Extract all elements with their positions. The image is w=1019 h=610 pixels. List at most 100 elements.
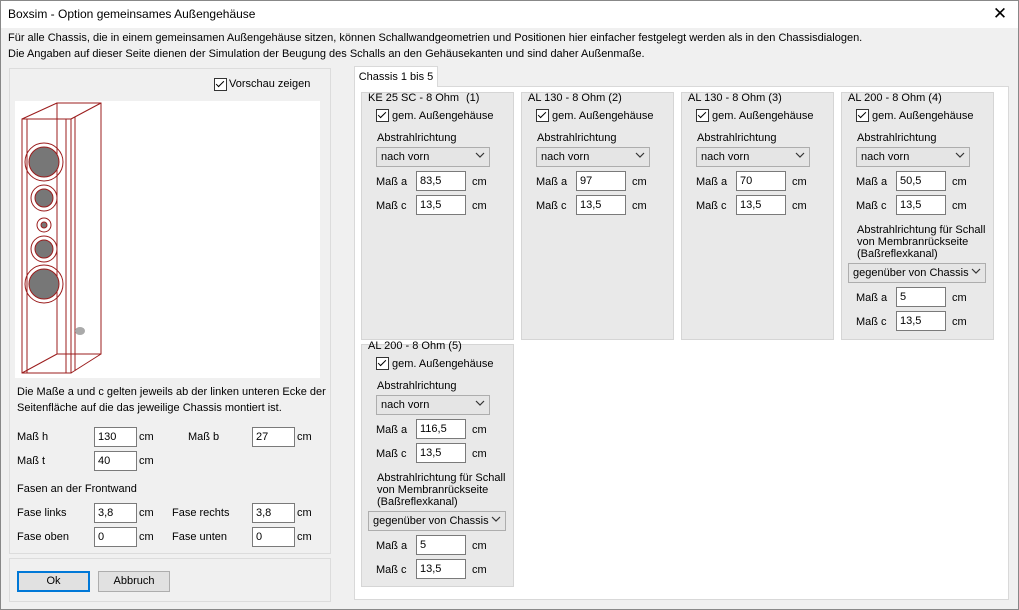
gem-checkbox[interactable] [376,357,389,370]
mass-c-input[interactable]: 13,5 [736,195,786,215]
note-line-2: Seitenfläche auf die das jeweilige Chass… [17,402,282,414]
mass-a-label: Maß a [376,176,408,188]
mass-c-input[interactable]: 13,5 [416,443,466,463]
info-line-1: Für alle Chassis, die in einem gemeinsam… [8,32,863,44]
rear-label-3: (Baßreflexkanal) [857,248,938,260]
direction-select[interactable]: nach vorn [376,395,490,415]
gem-checkbox[interactable] [696,109,709,122]
unit-label: cm [952,292,967,304]
preview-checkbox[interactable] [214,78,227,91]
rear-mass-a-input[interactable]: 5 [896,287,946,307]
fase-links-label: Fase links [17,507,67,519]
chassis-name: AL 200 - 8 Ohm (4) [848,92,942,104]
direction-value: nach vorn [381,399,430,411]
chevron-down-icon [955,152,965,158]
unit-label: cm [139,431,154,443]
mass-a-input[interactable]: 70 [736,171,786,191]
direction-value: nach vorn [861,151,910,163]
title-bar: Boxsim - Option gemeinsames Außengehäuse… [1,1,1018,28]
chevron-down-icon [635,152,645,158]
unit-label: cm [139,507,154,519]
unit-label: cm [297,531,312,543]
rear-label-2: von Membranrückseite [857,236,969,248]
direction-value: nach vorn [381,151,430,163]
gem-checkbox[interactable] [536,109,549,122]
mass-a-input[interactable]: 116,5 [416,419,466,439]
mass-a-label: Maß a [856,176,888,188]
mass-b-input[interactable]: 27 [252,427,295,447]
unit-label: cm [297,431,312,443]
chassis-name: AL 200 - 8 Ohm (5) [368,340,462,352]
direction-select[interactable]: nach vorn [536,147,650,167]
mass-c-input[interactable]: 13,5 [896,195,946,215]
tab-chassis-1-5[interactable]: Chassis 1 bis 5 [354,66,438,87]
rear-label-3: (Baßreflexkanal) [377,496,458,508]
gem-checkbox[interactable] [376,109,389,122]
mass-a-input[interactable]: 97 [576,171,626,191]
rear-mass-c-input[interactable]: 13,5 [416,559,466,579]
close-icon[interactable]: ✕ [990,4,1010,24]
gem-checkbox[interactable] [856,109,869,122]
cancel-button[interactable]: Abbruch [98,571,170,592]
rear-mass-c-input[interactable]: 13,5 [896,311,946,331]
unit-label: cm [952,176,967,188]
fase-oben-label: Fase oben [17,531,69,543]
chassis-index: (1) [466,92,480,104]
rear-direction-select[interactable]: gegenüber von Chassis [848,263,986,283]
gem-label: gem. Außengehäuse [712,110,814,122]
chevron-down-icon [475,400,485,406]
unit-label: cm [472,176,487,188]
fase-rechts-input[interactable]: 3,8 [252,503,295,523]
rear-mass-a-label: Maß a [856,292,888,304]
mass-b-label: Maß b [188,431,220,443]
mass-a-label: Maß a [696,176,728,188]
rear-mass-a-input[interactable]: 5 [416,535,466,555]
abstrahl-label: Abstrahlrichtung [697,132,777,144]
unit-label: cm [632,176,647,188]
ok-button[interactable]: Ok [17,571,90,592]
info-line-2: Die Angaben auf dieser Seite dienen der … [8,48,645,60]
mass-a-input[interactable]: 83,5 [416,171,466,191]
rear-label-2: von Membranrückseite [377,484,489,496]
note-line-1: Die Maße a und c gelten jeweils ab der l… [17,386,326,398]
direction-select[interactable]: nach vorn [376,147,490,167]
chassis-name: AL 130 - 8 Ohm (2) [528,92,622,104]
chassis-group-1 [361,92,514,340]
mass-c-input[interactable]: 13,5 [576,195,626,215]
direction-value: nach vorn [701,151,750,163]
fase-unten-label: Fase unten [172,531,228,543]
fase-rechts-label: Fase rechts [172,507,230,519]
chevron-down-icon [971,268,981,274]
unit-label: cm [792,176,807,188]
mass-c-label: Maß c [696,200,727,212]
mass-c-label: Maß c [376,448,407,460]
mass-h-input[interactable]: 130 [94,427,137,447]
mass-c-label: Maß c [536,200,567,212]
rear-direction-select[interactable]: gegenüber von Chassis [368,511,506,531]
gem-label: gem. Außengehäuse [552,110,654,122]
mass-a-label: Maß a [376,424,408,436]
direction-select[interactable]: nach vorn [696,147,810,167]
unit-label: cm [139,531,154,543]
fase-oben-input[interactable]: 0 [94,527,137,547]
unit-label: cm [472,540,487,552]
fase-unten-input[interactable]: 0 [252,527,295,547]
abstrahl-label: Abstrahlrichtung [537,132,617,144]
chevron-down-icon [795,152,805,158]
unit-label: cm [792,200,807,212]
unit-label: cm [952,200,967,212]
mass-t-label: Maß t [17,455,46,467]
chevron-down-icon [491,516,501,522]
rear-label-1: Abstrahlrichtung für Schall [377,472,506,484]
direction-select[interactable]: nach vorn [856,147,970,167]
mass-a-label: Maß a [536,176,568,188]
mass-a-input[interactable]: 50,5 [896,171,946,191]
fase-links-input[interactable]: 3,8 [94,503,137,523]
mass-c-label: Maß c [376,200,407,212]
chassis-group-3 [681,92,834,340]
mass-c-input[interactable]: 13,5 [416,195,466,215]
unit-label: cm [472,424,487,436]
mass-t-input[interactable]: 40 [94,451,137,471]
unit-label: cm [472,200,487,212]
gem-label: gem. Außengehäuse [392,110,494,122]
